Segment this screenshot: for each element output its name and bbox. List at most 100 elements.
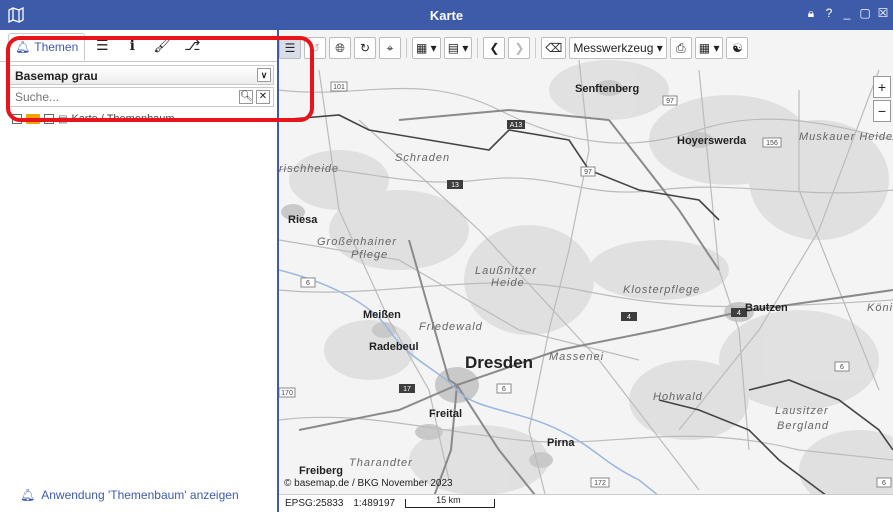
label-klosterpflege: Klosterpflege <box>623 284 700 296</box>
lock-icon[interactable]: 🔒︎ <box>805 6 817 20</box>
label-heide: Heide <box>491 277 525 289</box>
tab-themen-label: Themen <box>34 40 79 54</box>
list-icon[interactable]: ☰ <box>279 37 301 59</box>
layers-icon: ▤ <box>58 113 68 125</box>
info-icon[interactable]: i <box>123 37 141 55</box>
label-meissen: Meißen <box>363 309 401 321</box>
label-muskauer-heide: Muskauer Heide <box>799 131 893 143</box>
label-friedewald: Friedewald <box>419 321 483 333</box>
crosshair-icon[interactable]: ⌖ <box>379 37 401 59</box>
search-input[interactable] <box>9 88 229 106</box>
scale-bar: 15 km <box>405 495 496 508</box>
tree-checkbox-2[interactable] <box>44 114 54 124</box>
back-icon[interactable]: ❮ <box>483 37 506 59</box>
map-canvas[interactable]: 101 97 A13 156 97 13 6 4 4 6 17 6 170 17… <box>279 30 893 512</box>
road-label-6a: 6 <box>306 280 310 287</box>
label-freiberg: Freiberg <box>299 465 343 477</box>
minimize-icon[interactable]: _ <box>841 6 853 20</box>
road-label-6c: 6 <box>502 386 506 393</box>
road-label-97b: 97 <box>584 169 592 176</box>
road-label-4b: 4 <box>737 310 741 317</box>
toolbar-separator <box>535 38 537 58</box>
label-dresden: Dresden <box>465 353 533 372</box>
epsg-code: EPSG:25833 <box>285 498 344 509</box>
tab-themen[interactable]: 🔔︎ Themen <box>8 33 86 61</box>
label-frischheide: rischheide <box>279 163 339 175</box>
table-dropdown-button[interactable]: ▦ ▾ <box>412 37 441 59</box>
refresh-icon[interactable]: ↻ <box>354 37 376 59</box>
map-scale: 1:489197 <box>353 498 396 509</box>
status-bar: EPSG:25833 1:489197 15 km <box>279 494 893 512</box>
label-hohwald: Hohwald <box>653 391 703 403</box>
undo-icon[interactable]: ↺ <box>304 37 326 59</box>
label-massenei: Massenei <box>549 351 604 363</box>
folder-icon <box>26 114 40 124</box>
share-icon[interactable]: ☯ <box>726 37 749 59</box>
measure-tool-dropdown[interactable]: Messwerkzeug ▾ <box>569 37 667 59</box>
help-icon[interactable]: ? <box>823 6 835 20</box>
road-label-13: 13 <box>451 182 459 189</box>
road-label-156: 156 <box>766 140 778 147</box>
label-schraden: Schraden <box>395 152 450 164</box>
forward-icon[interactable]: ❯ <box>508 37 531 59</box>
list-icon[interactable]: ☰ <box>93 37 111 55</box>
map-toolbar: ☰ ↺ 🌐︎ ↻ ⌖ ▦ ▾ ▤ ▾ ❮ ❯ ⌫ Messwerkzeug ▾ … <box>279 36 749 60</box>
scale-bar-label: 15 km <box>436 495 461 505</box>
image-dropdown-button[interactable]: ▦ ▾ <box>694 37 724 59</box>
label-koenig: König <box>867 302 893 314</box>
tree-checkbox[interactable] <box>12 114 22 124</box>
search-box: 🔍︎ ✕ <box>8 87 274 107</box>
label-bergland: Bergland <box>777 420 829 432</box>
road-label-a13a: A13 <box>510 122 523 129</box>
label-pflege: Pflege <box>351 249 388 261</box>
search-icon[interactable]: 🔍︎ <box>239 90 253 104</box>
measure-tool-label: Messwerkzeug <box>573 41 654 55</box>
branch-icon[interactable]: ⎇ <box>183 37 201 55</box>
zoom-out-button[interactable]: − <box>873 100 891 122</box>
bell-icon: 🔔︎ <box>15 40 31 54</box>
print-icon[interactable]: ⎙ <box>669 37 692 59</box>
zoom-in-button[interactable]: + <box>873 76 891 98</box>
label-laussnitzer: Laußnitzer <box>475 265 537 277</box>
toolbar-separator <box>406 38 407 58</box>
window-title: Karte <box>429 8 464 23</box>
road-label-97a: 97 <box>666 98 674 105</box>
tree-item-label: Karte / Themenbaum <box>71 113 175 125</box>
chevron-down-icon[interactable]: ∨ <box>257 68 271 82</box>
road-label-101: 101 <box>333 84 345 91</box>
label-pirna: Pirna <box>547 437 575 449</box>
label-hoyerswerda: Hoyerswerda <box>677 135 747 147</box>
basemap-select-value: Basemap grau <box>15 69 98 83</box>
map-drawing: 101 97 A13 156 97 13 6 4 4 6 17 6 170 17… <box>279 30 893 512</box>
clear-icon[interactable]: ✕ <box>256 90 270 104</box>
road-label-172: 172 <box>594 480 606 487</box>
road-label-170: 170 <box>281 390 293 397</box>
show-themenbaum-label: Anwendung 'Themenbaum' anzeigen <box>41 488 239 502</box>
label-grossenhainer: Großenhainer <box>317 236 397 248</box>
map-attribution: © basemap.de / BKG November 2023 <box>284 478 453 489</box>
bell-icon: 🔔︎ <box>20 488 36 502</box>
eraser-icon[interactable]: ⌫ <box>541 37 567 59</box>
globe-icon[interactable]: 🌐︎ <box>329 37 351 59</box>
panel-tabs: 🔔︎ Themen ☰ i 🖌︎ ⎇ <box>0 30 277 62</box>
road-label-6d: 6 <box>882 480 886 487</box>
grid-dropdown-button[interactable]: ▤ ▾ <box>443 37 473 59</box>
window-titlebar: Karte 🔒︎ ? _ ▢ ☒ <box>0 0 893 30</box>
basemap-select[interactable]: Basemap grau ∨ <box>8 65 274 85</box>
themes-panel: 🔔︎ Themen ☰ i 🖌︎ ⎇ Basemap grau ∨ 🔍︎ ✕ ▤… <box>0 30 279 512</box>
label-lausitzer: Lausitzer <box>775 405 829 417</box>
tree-item[interactable]: ▤ Karte / Themenbaum <box>12 110 175 128</box>
toolbar-separator <box>477 38 479 58</box>
show-themenbaum-link[interactable]: 🔔︎ Anwendung 'Themenbaum' anzeigen <box>20 488 239 502</box>
label-riesa: Riesa <box>288 214 318 226</box>
road-label-17: 17 <box>403 386 411 393</box>
close-icon[interactable]: ☒ <box>877 6 889 20</box>
road-label-6b: 6 <box>840 364 844 371</box>
label-senftenberg: Senftenberg <box>575 83 639 95</box>
brush-icon[interactable]: 🖌︎ <box>153 37 171 55</box>
label-bautzen: Bautzen <box>745 302 788 314</box>
maximize-icon[interactable]: ▢ <box>859 6 871 20</box>
road-label-4a: 4 <box>627 314 631 321</box>
label-tharandter: Tharandter <box>349 457 413 469</box>
label-radebeul: Radebeul <box>369 341 419 353</box>
